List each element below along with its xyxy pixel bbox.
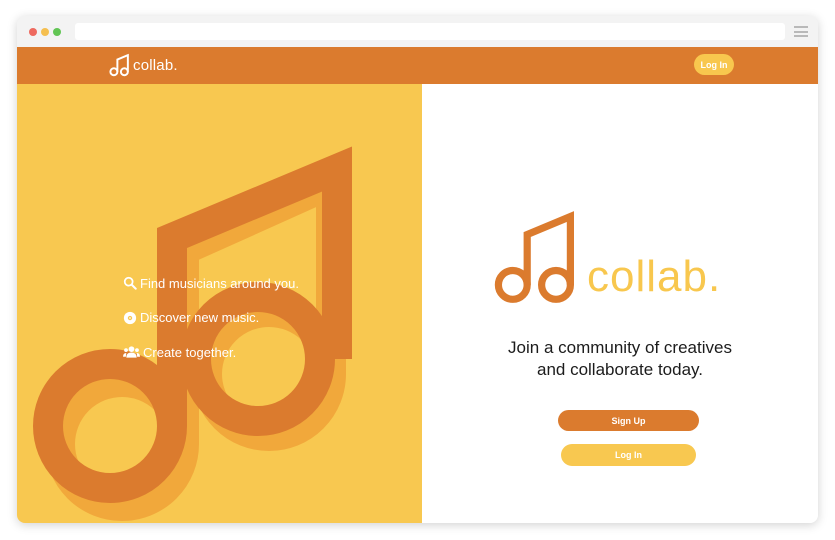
hamburger-menu-icon[interactable] — [794, 26, 808, 37]
disc-icon — [123, 311, 137, 324]
close-window-button[interactable] — [29, 28, 37, 36]
feature-item: Discover new music. — [123, 309, 299, 327]
nav-logo-text: collab. — [133, 56, 178, 74]
search-icon — [123, 276, 137, 290]
browser-chrome — [17, 16, 818, 47]
users-icon — [123, 346, 140, 358]
nav-login-button[interactable]: Log In — [694, 54, 734, 75]
top-navbar: collab. Log In — [17, 47, 818, 84]
browser-window: collab. Log In Find musicians around you… — [17, 16, 818, 523]
feature-item: Find musicians around you. — [123, 274, 299, 292]
hero-left-panel: Find musicians around you. Discover new … — [17, 84, 422, 523]
address-bar[interactable] — [75, 23, 785, 40]
minimize-window-button[interactable] — [41, 28, 49, 36]
feature-label: Discover new music. — [140, 310, 260, 325]
feature-list: Find musicians around you. Discover new … — [123, 274, 299, 378]
music-note-logo-icon — [109, 53, 129, 77]
tagline-line-2: and collaborate today. — [536, 359, 704, 379]
nav-logo[interactable]: collab. — [109, 53, 178, 77]
feature-item: Create together. — [123, 343, 299, 361]
hero-logo: collab. — [493, 207, 721, 307]
music-note-logo-icon — [494, 211, 574, 303]
login-button[interactable]: Log In — [561, 444, 696, 466]
hero-tagline: Join a community of creatives and collab… — [422, 337, 818, 380]
hero-right-panel: collab. Join a community of creatives an… — [422, 84, 818, 523]
feature-label: Find musicians around you. — [140, 275, 299, 291]
maximize-window-button[interactable] — [53, 28, 61, 36]
hero-logo-text: collab. — [587, 252, 722, 301]
signup-button[interactable]: Sign Up — [558, 410, 699, 431]
feature-label: Create together. — [143, 344, 237, 360]
tagline-line-1: Join a community of creatives — [508, 338, 732, 357]
